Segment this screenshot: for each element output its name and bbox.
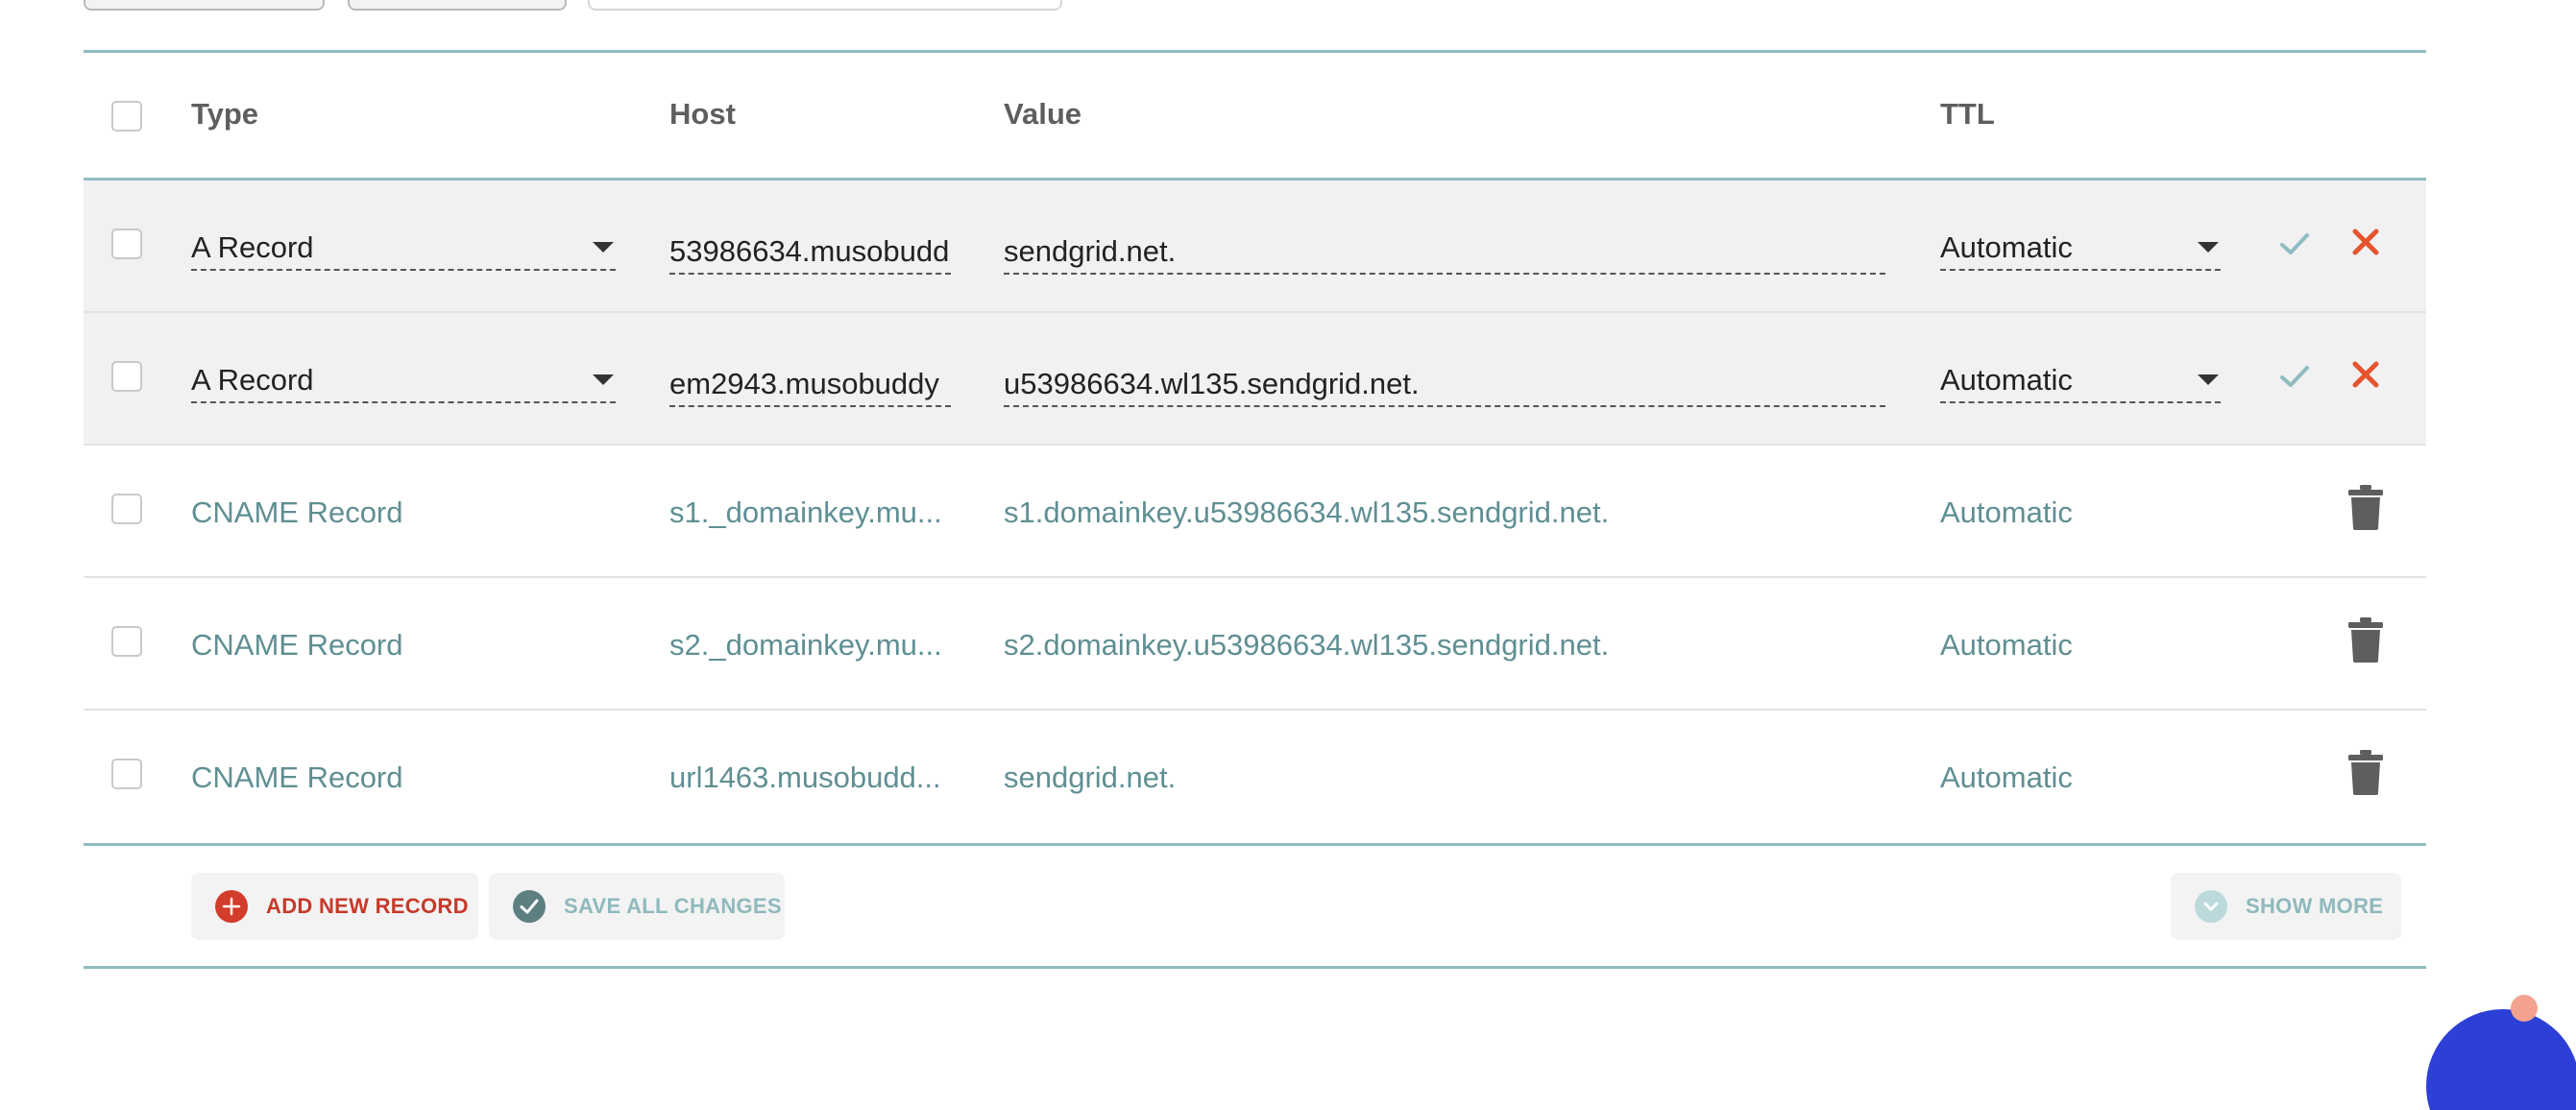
chevron-down-icon bbox=[593, 242, 614, 253]
record-type-select[interactable]: A Record bbox=[191, 359, 616, 403]
record-host[interactable]: s1._domainkey.mu... bbox=[669, 495, 958, 530]
select-all-checkbox[interactable] bbox=[111, 101, 142, 132]
record-ttl[interactable]: Automatic bbox=[1940, 628, 2073, 663]
trash-icon[interactable] bbox=[2346, 484, 2385, 530]
record-value[interactable]: s1.domainkey.u53986634.wl135.sendgrid.ne… bbox=[1004, 495, 1609, 530]
record-type-value: A Record bbox=[191, 363, 314, 397]
host-input[interactable]: em2943.musobuddy bbox=[669, 359, 951, 407]
value-input[interactable]: u53986634.wl135.sendgrid.net. bbox=[1004, 359, 1885, 407]
trash-icon[interactable] bbox=[2346, 749, 2385, 795]
chat-widget-icon[interactable] bbox=[2426, 995, 2576, 1110]
top-button-1[interactable] bbox=[84, 0, 325, 11]
record-ttl[interactable]: Automatic bbox=[1940, 760, 2073, 795]
header-type: Type bbox=[191, 97, 259, 131]
record-host[interactable]: url1463.musobudd... bbox=[669, 760, 958, 795]
row-checkbox[interactable] bbox=[111, 759, 142, 789]
show-more-button[interactable]: SHOW MORE bbox=[2171, 873, 2401, 940]
add-new-record-button[interactable]: ADD NEW RECORD bbox=[191, 873, 478, 940]
ttl-select[interactable]: Automatic bbox=[1940, 227, 2221, 271]
show-more-label: SHOW MORE bbox=[2246, 894, 2384, 918]
table-row-editing: A Record 53986634.musobudd sendgrid.net.… bbox=[84, 181, 2426, 313]
confirm-check-icon[interactable] bbox=[2277, 227, 2312, 261]
chevron-down-circle-icon bbox=[2195, 890, 2227, 923]
row-checkbox[interactable] bbox=[111, 361, 142, 392]
top-filter-input[interactable] bbox=[588, 0, 1062, 11]
value-input[interactable]: sendgrid.net. bbox=[1004, 227, 1885, 275]
ttl-value: Automatic bbox=[1940, 363, 2073, 397]
header-host: Host bbox=[669, 97, 736, 131]
record-value[interactable]: sendgrid.net. bbox=[1004, 760, 1176, 795]
save-all-changes-label: SAVE ALL CHANGES bbox=[564, 894, 782, 918]
trash-icon[interactable] bbox=[2346, 616, 2385, 663]
rows-bottom-border bbox=[84, 843, 2426, 846]
row-checkbox[interactable] bbox=[111, 494, 142, 524]
chevron-down-icon bbox=[593, 374, 614, 385]
record-type-select[interactable]: A Record bbox=[191, 227, 616, 271]
row-checkbox[interactable] bbox=[111, 626, 142, 657]
record-value[interactable]: s2.domainkey.u53986634.wl135.sendgrid.ne… bbox=[1004, 628, 1609, 663]
ttl-select[interactable]: Automatic bbox=[1940, 359, 2221, 403]
table-header: Type Host Value TTL bbox=[84, 53, 2426, 178]
record-type[interactable]: CNAME Record bbox=[191, 628, 403, 663]
table-row: CNAME Record s1._domainkey.mu... s1.doma… bbox=[84, 446, 2426, 578]
top-button-2[interactable] bbox=[348, 0, 567, 11]
confirm-check-icon[interactable] bbox=[2277, 359, 2312, 394]
cancel-x-icon[interactable] bbox=[2348, 357, 2383, 392]
save-all-changes-button[interactable]: SAVE ALL CHANGES bbox=[489, 873, 785, 940]
cancel-x-icon[interactable] bbox=[2348, 225, 2383, 259]
record-type-value: A Record bbox=[191, 230, 314, 264]
host-input[interactable]: 53986634.musobudd bbox=[669, 227, 951, 275]
record-host[interactable]: s2._domainkey.mu... bbox=[669, 628, 958, 663]
header-value: Value bbox=[1004, 97, 1081, 131]
table-row: CNAME Record s2._domainkey.mu... s2.doma… bbox=[84, 578, 2426, 711]
record-type[interactable]: CNAME Record bbox=[191, 495, 403, 530]
record-type[interactable]: CNAME Record bbox=[191, 760, 403, 795]
row-checkbox[interactable] bbox=[111, 229, 142, 259]
add-new-record-label: ADD NEW RECORD bbox=[266, 894, 469, 918]
header-ttl: TTL bbox=[1940, 97, 1995, 131]
chevron-down-icon bbox=[2198, 374, 2219, 385]
check-circle-icon bbox=[513, 890, 546, 923]
table-row: CNAME Record url1463.musobudd... sendgri… bbox=[84, 711, 2426, 843]
chevron-down-icon bbox=[2198, 242, 2219, 253]
plus-circle-icon bbox=[215, 890, 248, 923]
ttl-value: Automatic bbox=[1940, 230, 2073, 264]
table-row-editing: A Record em2943.musobuddy u53986634.wl13… bbox=[84, 313, 2426, 446]
record-ttl[interactable]: Automatic bbox=[1940, 495, 2073, 530]
table-bottom-border bbox=[84, 966, 2426, 969]
